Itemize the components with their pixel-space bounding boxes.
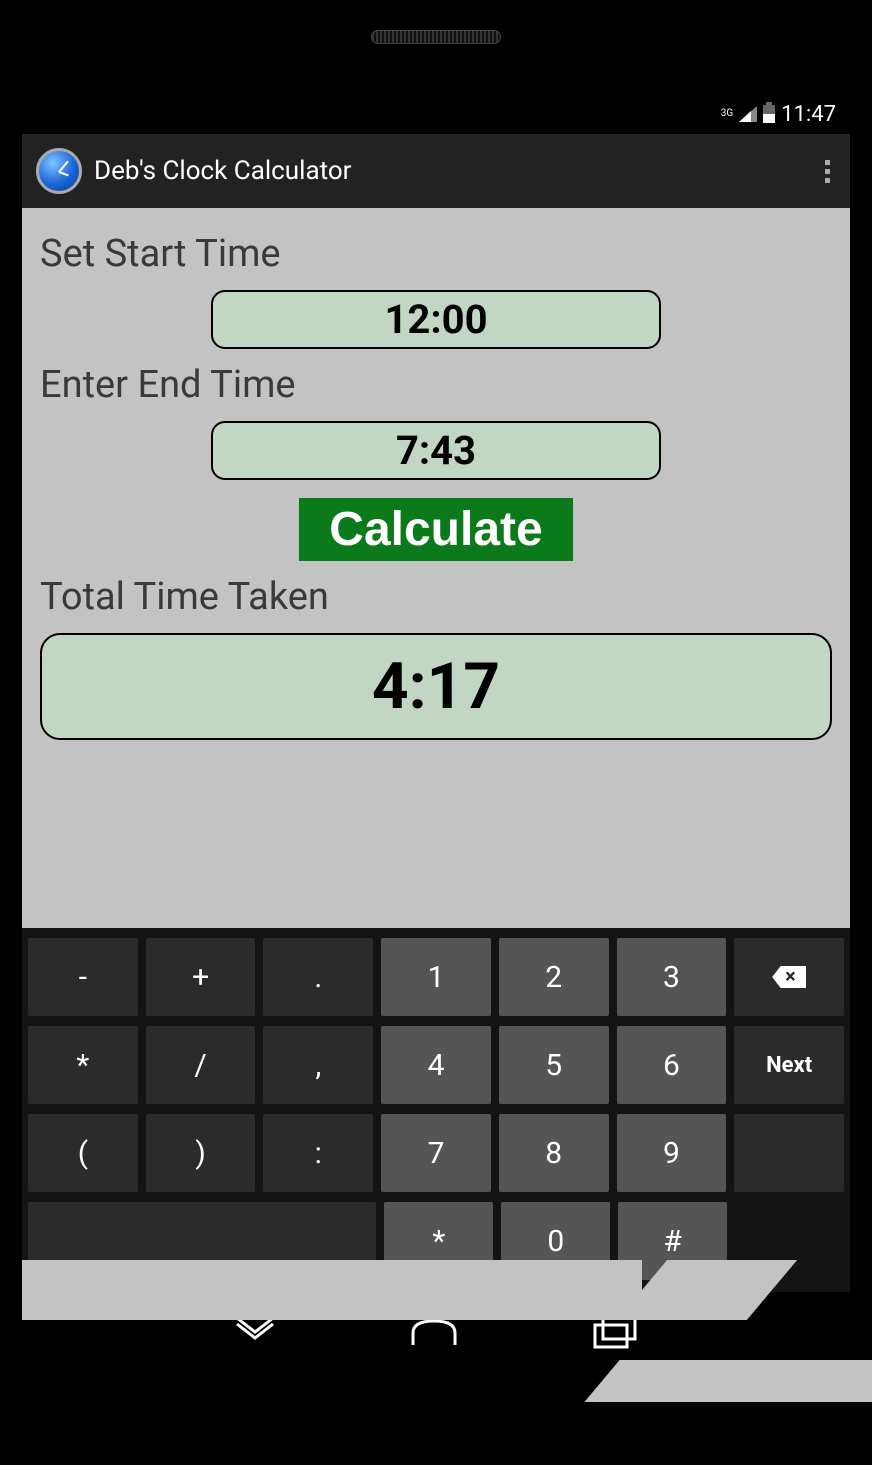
key-star2[interactable]: * [384,1202,493,1280]
key-slash[interactable]: / [146,1026,256,1104]
total-time-label: Total Time Taken [40,575,832,619]
numeric-keyboard: - + . 1 2 3 * / , 4 5 6 Next ( ) : [22,928,850,1292]
key-colon[interactable]: : [263,1114,373,1192]
end-time-label: Enter End Time [40,363,832,407]
key-2[interactable]: 2 [499,938,609,1016]
key-dot[interactable]: . [263,938,373,1016]
app-title-bar: Deb's Clock Calculator [22,134,850,208]
key-lparen[interactable]: ( [28,1114,138,1192]
key-star[interactable]: * [28,1026,138,1104]
key-rparen[interactable]: ) [146,1114,256,1192]
key-6[interactable]: 6 [617,1026,727,1104]
backspace-icon [772,966,806,988]
battery-icon [763,105,775,123]
main-content: Set Start Time 12:00 Enter End Time 7:43… [22,208,850,928]
status-clock: 11:47 [781,102,836,127]
overflow-menu-button[interactable] [819,154,836,189]
key-7[interactable]: 7 [381,1114,491,1192]
device-frame: 3G 11:47 Deb's Clock Calculator Set Star… [0,0,872,1465]
device-speaker [371,30,501,44]
start-time-input[interactable]: 12:00 [211,290,661,349]
key-3[interactable]: 3 [617,938,727,1016]
key-4[interactable]: 4 [381,1026,491,1104]
app-title: Deb's Clock Calculator [94,156,351,186]
nav-home-button[interactable] [407,1315,461,1351]
key-comma[interactable]: , [263,1026,373,1104]
system-nav-bar [22,1292,850,1374]
start-time-label: Set Start Time [40,232,832,276]
key-hash[interactable]: # [618,1202,727,1280]
key-space[interactable] [28,1202,376,1280]
screen: 3G 11:47 Deb's Clock Calculator Set Star… [22,94,850,1374]
network-type-label: 3G [721,109,733,119]
key-minus[interactable]: - [28,938,138,1016]
total-time-output: 4:17 [40,633,832,740]
calculate-button[interactable]: Calculate [299,498,572,561]
key-1[interactable]: 1 [381,938,491,1016]
key-plus[interactable]: + [146,938,256,1016]
signal-icon [739,106,757,122]
key-9[interactable]: 9 [617,1114,727,1192]
key-next[interactable]: Next [734,1026,844,1104]
key-0[interactable]: 0 [501,1202,610,1280]
nav-back-button[interactable] [233,1316,277,1350]
key-blank-right[interactable] [734,1114,844,1192]
key-backspace[interactable] [734,938,844,1016]
key-5[interactable]: 5 [499,1026,609,1104]
app-clock-icon [36,148,82,194]
end-time-input[interactable]: 7:43 [211,421,661,480]
status-bar: 3G 11:47 [22,94,850,134]
key-8[interactable]: 8 [499,1114,609,1192]
nav-recent-button[interactable] [591,1313,639,1353]
